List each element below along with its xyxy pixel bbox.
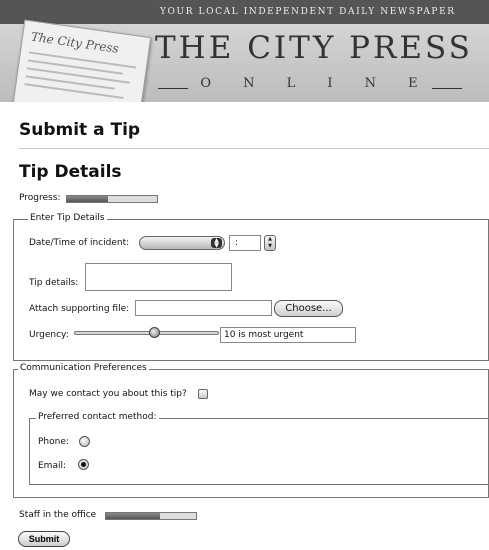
time-stepper[interactable]: ▲ ▼ <box>264 235 276 251</box>
submit-button[interactable]: Submit <box>18 531 70 547</box>
datetime-label: Date/Time of incident: <box>29 238 130 248</box>
urgency-slider-track[interactable] <box>74 331 219 335</box>
tip-details-legend: Enter Tip Details <box>28 213 107 223</box>
radio-selected-dot <box>81 462 86 467</box>
masthead-tagline: YOUR LOCAL INDEPENDENT DAILY NEWSPAPER <box>0 0 489 24</box>
choose-file-button[interactable]: Choose... <box>274 300 343 317</box>
tip-details-label: Tip details: <box>29 278 79 288</box>
newspaper-line <box>24 83 124 100</box>
time-input[interactable]: : <box>229 235 261 251</box>
contact-method-legend: Preferred contact method: <box>36 412 159 422</box>
site-logo[interactable]: THE CITY PRESS <box>155 30 473 66</box>
newspaper-illustration-title: The City Press <box>30 29 120 56</box>
masthead: YOUR LOCAL INDEPENDENT DAILY NEWSPAPER T… <box>0 0 489 102</box>
divider <box>19 148 489 149</box>
urgency-hint-field[interactable]: 10 is most urgent <box>220 327 356 343</box>
email-radio[interactable] <box>78 459 89 470</box>
subtitle-dash-right <box>432 88 462 89</box>
phone-label: Phone: <box>38 437 69 447</box>
progress-bar <box>66 195 158 203</box>
newspaper-illustration: The City Press <box>12 19 152 102</box>
progress-label: Progress: <box>19 193 61 203</box>
newspaper-line <box>28 51 137 69</box>
urgency-label: Urgency: <box>29 330 69 340</box>
page-title: Submit a Tip <box>19 120 141 140</box>
select-arrows-icon: ▲ ▼ <box>211 238 222 249</box>
tip-details-textarea[interactable] <box>85 263 232 291</box>
date-select[interactable]: ▲ ▼ <box>139 236 225 250</box>
phone-radio[interactable] <box>79 436 90 447</box>
email-label: Email: <box>38 461 67 471</box>
communication-legend: Communication Preferences <box>18 363 149 373</box>
site-subtitle: O N L I N E <box>200 76 432 91</box>
progress-bar-fill <box>67 196 108 202</box>
newspaper-line <box>26 67 130 84</box>
contact-checkbox[interactable] <box>198 389 208 399</box>
file-label: Attach supporting file: <box>29 304 130 314</box>
staff-meter-fill <box>106 513 160 519</box>
section-title: Tip Details <box>19 162 122 182</box>
urgency-slider-thumb[interactable] <box>148 327 160 338</box>
contact-method-fieldset: Preferred contact method: <box>29 412 489 485</box>
staff-label: Staff in the office <box>19 510 97 520</box>
staff-meter <box>105 512 197 520</box>
file-path-field[interactable] <box>135 300 272 316</box>
contact-question-label: May we contact you about this tip? <box>29 389 187 399</box>
